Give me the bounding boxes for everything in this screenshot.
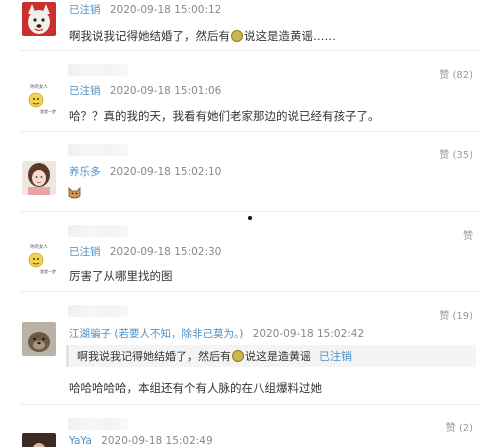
username-link[interactable]: 养乐多	[69, 166, 101, 178]
comment-meta: 江湖骗子 (若要人不知，除非己莫为。) 2020-09-18 15:02:42	[69, 326, 364, 341]
cursor-dot	[248, 216, 252, 220]
comment-meta: YaYa 2020-09-18 15:02:49	[69, 435, 213, 447]
comment-meta: 已注销 2020-09-18 15:01:06	[69, 83, 221, 98]
blurred-region	[68, 64, 128, 76]
blurred-region	[68, 418, 128, 430]
comment-meta: 已注销 2020-09-18 15:00:12	[69, 2, 221, 17]
otter-avatar-icon[interactable]	[22, 322, 56, 356]
user-signature: (若要人不知，除非己莫为。)	[114, 328, 244, 340]
timestamp: 2020-09-18 15:02:30	[109, 246, 222, 258]
comment-text-part: 啊我说我记得她结婚了，然后有	[69, 29, 230, 43]
comment-thread: 已注销 2020-09-18 15:00:12 啊我说我记得她结婚了，然后有 说这…	[0, 0, 499, 447]
separator	[20, 50, 479, 51]
timestamp: 2020-09-18 15:01:06	[109, 85, 222, 97]
username-link[interactable]: YaYa	[69, 435, 92, 447]
comment-text: 啊我说我记得她结婚了，然后有 说这是造黄谣……	[69, 28, 336, 44]
comment-text: 厉害了从哪里找的图	[69, 269, 173, 283]
username-link[interactable]: 江湖骗子	[69, 328, 111, 340]
blurred-region	[68, 144, 128, 156]
quote-username-link[interactable]: 已注销	[319, 350, 352, 363]
like-button[interactable]: 赞 (19)	[439, 307, 473, 322]
timestamp: 2020-09-18 15:00:12	[109, 4, 222, 16]
like-button[interactable]: 赞 (35)	[439, 146, 473, 161]
comment-text-part: 说这是造黄谣……	[244, 29, 336, 43]
blurred-region	[68, 225, 128, 237]
deleted-user-avatar-icon[interactable]: 你的女人 我就一梦	[22, 82, 56, 116]
smile-emoji-icon	[232, 350, 244, 362]
comment-meta: 养乐多 2020-09-18 15:02:10	[69, 164, 221, 179]
separator	[20, 291, 479, 292]
username-link[interactable]: 已注销	[69, 4, 101, 16]
separator	[20, 131, 479, 132]
like-button[interactable]: 赞 (2)	[446, 419, 473, 434]
avatar-caption-top: 你的女人	[30, 243, 48, 250]
avatar-caption-top: 你的女人	[30, 83, 48, 90]
like-button[interactable]: 赞 (82)	[439, 66, 473, 81]
separator	[20, 211, 479, 212]
quoted-reply: 啊我说我记得她结婚了，然后有 说这是造黄谣 已注销	[66, 345, 476, 367]
quote-text-part: 说这是造黄谣	[245, 350, 311, 363]
deleted-user-avatar-icon[interactable]: 你的女人 我就一梦	[22, 242, 56, 276]
timestamp: 2020-09-18 15:02:42	[252, 328, 365, 340]
cat-emoji-icon	[68, 187, 81, 202]
blurred-region	[68, 305, 128, 317]
comment-text: 哈？？真的我的天，我看有她们老家那边的说已经有孩子了。	[69, 109, 380, 123]
username-link[interactable]: 已注销	[69, 85, 101, 97]
smile-emoji-icon	[231, 30, 243, 42]
dog-avatar-icon[interactable]	[22, 2, 56, 36]
username-link[interactable]: 已注销	[69, 246, 101, 258]
separator	[20, 404, 479, 405]
quote-text-part: 啊我说我记得她结婚了，然后有	[77, 350, 231, 363]
dark-avatar-icon[interactable]	[22, 433, 56, 447]
like-button[interactable]: 赞	[463, 227, 473, 242]
girl-avatar-icon[interactable]	[22, 161, 56, 195]
comment-text: 哈哈哈哈哈，本组还有个有人脉的在八组爆料过她	[69, 381, 322, 395]
timestamp: 2020-09-18 15:02:49	[101, 435, 213, 447]
comment-meta: 已注销 2020-09-18 15:02:30	[69, 244, 221, 259]
avatar-caption-bottom: 我就一梦	[40, 108, 56, 114]
timestamp: 2020-09-18 15:02:10	[109, 166, 222, 178]
avatar-caption-bottom: 我就一梦	[40, 268, 56, 274]
